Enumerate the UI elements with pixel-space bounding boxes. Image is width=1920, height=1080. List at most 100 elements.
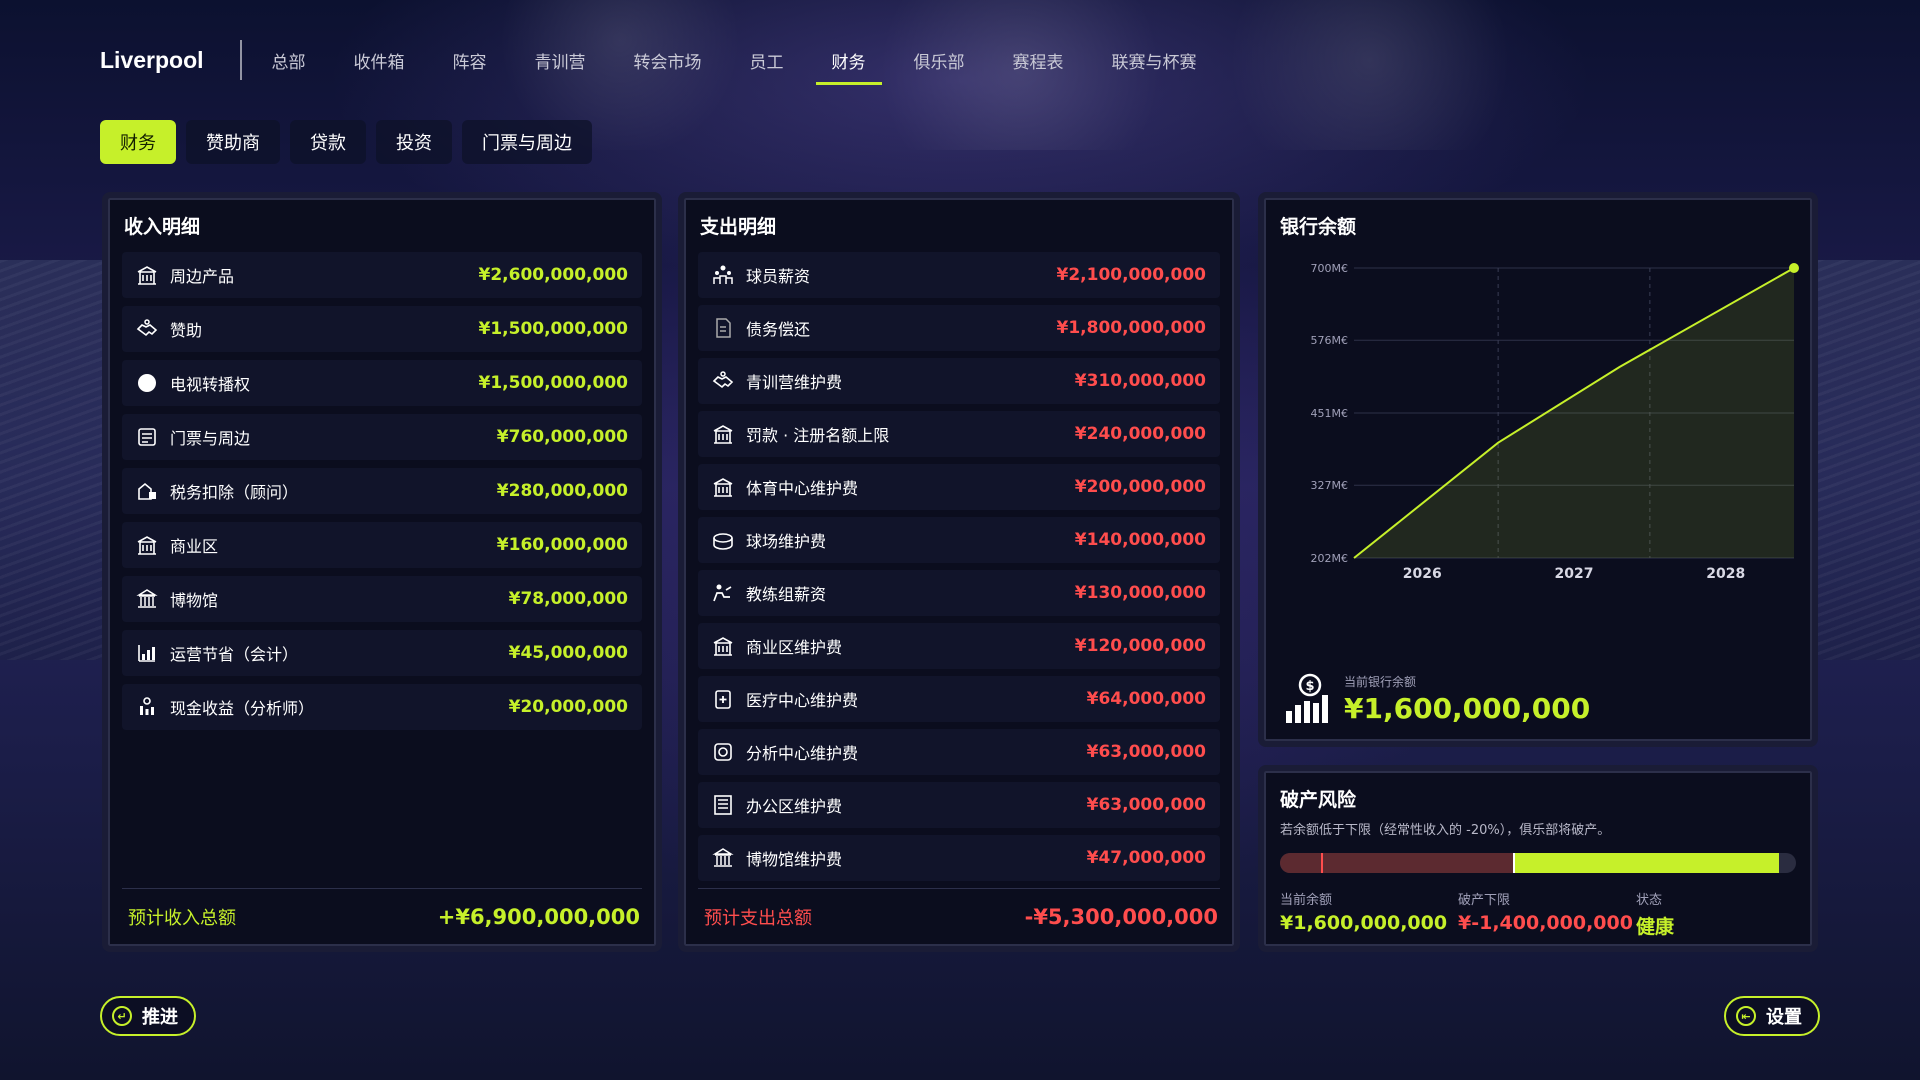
income-panel: 收入明细 周边产品 ¥2,600,000,000 赞助 ¥1,500,000,000 电… — [102, 192, 662, 952]
bankruptcy-risk-panel: 破产风险 若余额低于下限（经常性收入的 -20%），俱乐部将破产。 当前余额 ¥… — [1258, 765, 1818, 952]
team-icon — [710, 262, 736, 288]
subtab-0[interactable]: 财务 — [100, 120, 176, 164]
expense-row-amount: ¥47,000,000 — [1086, 848, 1206, 868]
expense-row[interactable]: 体育中心维护费 ¥200,000,000 — [698, 464, 1220, 510]
advance-label: 推进 — [142, 1007, 178, 1028]
risk-bar-negative-zone — [1280, 853, 1514, 873]
y-tick-label: 451M€ — [1311, 407, 1349, 420]
income-row-label: 赞助 — [170, 321, 203, 340]
nav-item-4[interactable]: 转会市场 — [634, 42, 702, 79]
expense-row-label: 青训营维护费 — [746, 373, 843, 392]
subtab-3[interactable]: 投资 — [376, 120, 452, 164]
income-total: 预计收入总额 +¥6,900,000,000 — [128, 904, 640, 930]
nav-divider — [239, 40, 242, 80]
stat-current-balance-value: ¥1,600,000,000 — [1280, 912, 1448, 934]
income-row[interactable]: 博物馆 ¥78,000,000 — [122, 576, 642, 622]
nav-item-1[interactable]: 收件箱 — [354, 42, 405, 79]
expense-row-label: 教练组薪资 — [746, 585, 827, 604]
expense-row-amount: ¥64,000,000 — [1086, 689, 1206, 709]
expense-row[interactable]: 球员薪资 ¥2,100,000,000 — [698, 252, 1220, 298]
x-tick-label: 2028 — [1706, 566, 1745, 582]
y-tick-label: 202M€ — [1311, 552, 1349, 565]
income-row-label: 博物馆 — [170, 591, 219, 610]
income-row-amount: ¥1,500,000,000 — [478, 373, 629, 393]
expense-row[interactable]: 青训营维护费 ¥310,000,000 — [698, 358, 1220, 404]
income-row-amount: ¥760,000,000 — [496, 427, 628, 447]
income-row[interactable]: 运营节省（会计） ¥45,000,000 — [122, 630, 642, 676]
building-icon — [710, 421, 736, 447]
subtab-1[interactable]: 赞助商 — [186, 120, 280, 164]
income-row-label: 电视转播权 — [170, 375, 251, 394]
stat-status: 状态 健康 — [1636, 889, 1674, 939]
nav-item-2[interactable]: 阵容 — [453, 42, 487, 79]
nav-item-9[interactable]: 联赛与杯赛 — [1112, 42, 1197, 79]
income-row[interactable]: 商业区 ¥160,000,000 — [122, 522, 642, 568]
expense-row[interactable]: 球场维护费 ¥140,000,000 — [698, 517, 1220, 563]
income-row-label: 税务扣除（顾问） — [170, 483, 299, 502]
svg-text:$: $ — [1305, 679, 1314, 694]
expense-row-amount: ¥63,000,000 — [1086, 742, 1206, 762]
nav-item-7[interactable]: 俱乐部 — [914, 42, 965, 79]
expense-row-label: 球场维护费 — [746, 532, 827, 551]
expense-row[interactable]: 博物馆维护费 ¥47,000,000 — [698, 835, 1220, 881]
handshake-icon — [134, 316, 160, 342]
income-row[interactable]: 税务扣除（顾问） ¥280,000,000 — [122, 468, 642, 514]
expense-row[interactable]: 医疗中心维护费 ¥64,000,000 — [698, 676, 1220, 722]
expense-row[interactable]: 罚款 · 注册名额上限 ¥240,000,000 — [698, 411, 1220, 457]
income-row-amount: ¥20,000,000 — [508, 697, 628, 717]
nav-item-0[interactable]: 总部 — [272, 42, 306, 79]
finance-subtabs: 财务 赞助商 贷款 投资 门票与周边 — [100, 120, 592, 164]
top-navigation: Liverpool 总部 收件箱 阵容 青训营 转会市场 员工 财务 俱乐部 赛程表 联赛与杯赛 — [100, 38, 1245, 85]
y-tick-label: 576M€ — [1311, 334, 1349, 347]
expense-divider — [698, 888, 1220, 889]
nav-item-5[interactable]: 员工 — [750, 42, 784, 79]
subtab-4[interactable]: 门票与周边 — [462, 120, 592, 164]
income-title: 收入明细 — [124, 216, 201, 238]
income-row[interactable]: 周边产品 ¥2,600,000,000 — [122, 252, 642, 298]
income-row[interactable]: 电视转播权 ¥1,500,000,000 — [122, 360, 642, 406]
risk-stats: 当前余额 ¥1,600,000,000 破产下限 ¥-1,400,000,000… — [1280, 889, 1674, 939]
bank-balance-caption: 当前银行余额 — [1344, 675, 1417, 689]
x-tick-label: 2027 — [1555, 566, 1594, 582]
stat-bankruptcy-floor-caption: 破产下限 — [1458, 893, 1511, 908]
expense-row[interactable]: 教练组薪资 ¥130,000,000 — [698, 570, 1220, 616]
document-icon — [710, 315, 736, 341]
expense-row-amount: ¥140,000,000 — [1074, 530, 1206, 550]
expense-row-label: 办公区维护费 — [746, 797, 843, 816]
expense-total: 预计支出总额 -¥5,300,000,000 — [704, 904, 1218, 930]
nav-item-6[interactable]: 财务 — [815, 42, 882, 85]
expense-row-amount: ¥240,000,000 — [1074, 424, 1206, 444]
coach-icon — [710, 580, 736, 606]
income-row-amount: ¥280,000,000 — [496, 481, 628, 501]
income-row[interactable]: 赞助 ¥1,500,000,000 — [122, 306, 642, 352]
stat-current-balance: 当前余额 ¥1,600,000,000 — [1280, 889, 1448, 939]
risk-bar — [1280, 853, 1796, 873]
expense-row[interactable]: 分析中心维护费 ¥63,000,000 — [698, 729, 1220, 775]
subtab-2[interactable]: 贷款 — [290, 120, 366, 164]
ticket-icon — [134, 424, 160, 450]
risk-bar-zero-marker — [1513, 853, 1516, 873]
income-list: 周边产品 ¥2,600,000,000 赞助 ¥1,500,000,000 电视转播权 ¥… — [122, 252, 642, 730]
expense-row-label: 商业区维护费 — [746, 638, 843, 657]
tax-icon — [134, 478, 160, 504]
advance-button[interactable]: ↵ 推进 — [100, 996, 196, 1036]
expense-row[interactable]: 商业区维护费 ¥120,000,000 — [698, 623, 1220, 669]
expense-panel: 支出明细 球员薪资 ¥2,100,000,000 债务偿还 ¥1,800,000,00… — [678, 192, 1240, 952]
x-tick-label: 2026 — [1403, 566, 1442, 582]
nav-items: 总部 收件箱 阵容 青训营 转会市场 员工 财务 俱乐部 赛程表 联赛与杯赛 — [272, 42, 1245, 85]
settings-button[interactable]: ⇤ 设置 — [1724, 996, 1820, 1036]
expense-row[interactable]: 债务偿还 ¥1,800,000,000 — [698, 305, 1220, 351]
nav-item-8[interactable]: 赛程表 — [1013, 42, 1064, 79]
income-row[interactable]: 门票与周边 ¥760,000,000 — [122, 414, 642, 460]
income-row-amount: ¥1,500,000,000 — [478, 319, 629, 339]
chart-icon — [134, 640, 160, 666]
income-row-amount: ¥78,000,000 — [508, 589, 628, 609]
income-row[interactable]: 现金收益（分析师） ¥20,000,000 — [122, 684, 642, 730]
y-tick-label: 700M€ — [1311, 262, 1349, 275]
expense-row-label: 分析中心维护费 — [746, 744, 859, 763]
income-row-label: 现金收益（分析师） — [170, 699, 315, 718]
expense-row[interactable]: 办公区维护费 ¥63,000,000 — [698, 782, 1220, 828]
building-icon — [710, 633, 736, 659]
expense-total-label: 预计支出总额 — [704, 908, 812, 929]
nav-item-3[interactable]: 青训营 — [535, 42, 586, 79]
